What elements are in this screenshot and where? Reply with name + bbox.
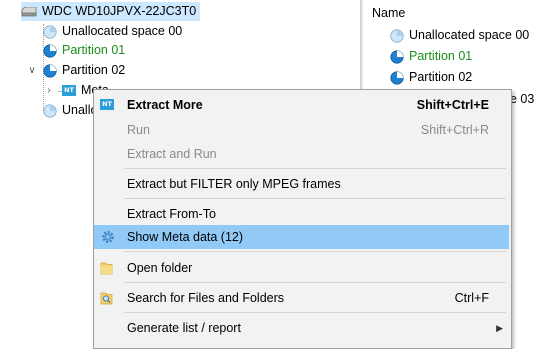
menu-item-extract-filter-mpeg[interactable]: Extract but FILTER only MPEG frames bbox=[94, 172, 511, 196]
tree-item-partition-02[interactable]: ∨ Partition 02 bbox=[27, 61, 125, 80]
unallocated-partition-icon bbox=[390, 28, 404, 43]
list-item-label: Partition 02 bbox=[409, 70, 473, 84]
menu-separator bbox=[124, 312, 506, 313]
list-item-label: Partition 01 bbox=[409, 49, 473, 63]
menu-item-shortcut: Ctrl+F bbox=[454, 291, 489, 305]
hard-disk-icon bbox=[21, 6, 37, 16]
menu-item-shortcut: Shift+Ctrl+R bbox=[420, 123, 489, 137]
column-header-name[interactable]: Name bbox=[372, 4, 405, 23]
tree-item-partition-01[interactable]: Partition 01 bbox=[43, 41, 125, 60]
tree-item-unallocated[interactable]: Unallo bbox=[43, 101, 97, 120]
menu-item-label: Extract From-To bbox=[127, 207, 216, 221]
menu-item-label: Generate list / report bbox=[127, 321, 241, 335]
menu-separator bbox=[124, 168, 506, 169]
menu-item-search-files[interactable]: Search for Files and Folders Ctrl+F bbox=[94, 286, 511, 310]
tree-item-label: Unallocated space 00 bbox=[62, 24, 183, 38]
folder-icon bbox=[100, 262, 113, 275]
menu-item-open-folder[interactable]: Open folder bbox=[94, 256, 511, 280]
list-item[interactable]: e 03 bbox=[510, 90, 534, 109]
context-menu[interactable]: NT Extract More Shift+Ctrl+E Run Shift+C… bbox=[93, 89, 512, 349]
menu-item-extract-and-run[interactable]: Extract and Run bbox=[94, 142, 511, 166]
list-item[interactable]: Partition 01 bbox=[390, 47, 472, 66]
list-item-label: Unallocated space 00 bbox=[409, 28, 530, 42]
menu-separator bbox=[124, 282, 506, 283]
menu-item-label: Extract but FILTER only MPEG frames bbox=[127, 177, 341, 191]
chevron-down-icon[interactable]: ∨ bbox=[27, 61, 37, 80]
menu-separator bbox=[124, 251, 506, 252]
gear-icon bbox=[102, 231, 114, 243]
menu-item-label: Open folder bbox=[127, 261, 193, 275]
partition-icon bbox=[390, 70, 404, 85]
tree-item-disk[interactable]: WDC WD10JPVX-22JC3T0 bbox=[21, 2, 201, 21]
menu-item-label: Run bbox=[127, 123, 150, 137]
menu-item-label: Extract More bbox=[127, 98, 203, 112]
menu-item-run[interactable]: Run Shift+Ctrl+R bbox=[94, 118, 511, 142]
nt-icon: NT bbox=[62, 85, 76, 96]
unallocated-partition-icon bbox=[43, 103, 57, 118]
unallocated-partition-icon bbox=[43, 24, 57, 39]
search-folder-icon bbox=[100, 292, 113, 305]
chevron-right-icon: ▶ bbox=[496, 323, 503, 333]
menu-item-label: Search for Files and Folders bbox=[127, 291, 285, 305]
list-item-label: e 03 bbox=[510, 92, 535, 106]
chevron-right-icon[interactable]: › bbox=[44, 81, 54, 100]
tree-item-label: WDC WD10JPVX-22JC3T0 bbox=[42, 4, 197, 18]
menu-item-show-meta-data[interactable]: Show Meta data (12) bbox=[94, 225, 509, 249]
list-item[interactable]: Partition 02 bbox=[390, 68, 472, 87]
menu-item-extract-more[interactable]: NT Extract More Shift+Ctrl+E bbox=[94, 93, 511, 117]
nt-icon: NT bbox=[100, 99, 114, 110]
column-header-label: Name bbox=[372, 6, 406, 20]
partition-icon bbox=[43, 63, 57, 78]
partition-icon bbox=[390, 49, 404, 64]
partition-icon bbox=[43, 43, 57, 58]
tree-item-unallocated-00[interactable]: Unallocated space 00 bbox=[43, 22, 182, 41]
tree-item-label: Partition 02 bbox=[62, 63, 126, 77]
tree-item-label: Partition 01 bbox=[62, 43, 126, 57]
menu-separator bbox=[124, 198, 506, 199]
list-item[interactable]: Unallocated space 00 bbox=[390, 26, 529, 45]
menu-item-generate-list-report[interactable]: Generate list / report ▶ bbox=[94, 316, 511, 340]
menu-item-shortcut: Shift+Ctrl+E bbox=[416, 98, 489, 112]
menu-item-extract-from-to[interactable]: Extract From-To bbox=[94, 202, 511, 226]
menu-item-label: Extract and Run bbox=[127, 147, 217, 161]
menu-item-label: Show Meta data (12) bbox=[127, 230, 244, 244]
